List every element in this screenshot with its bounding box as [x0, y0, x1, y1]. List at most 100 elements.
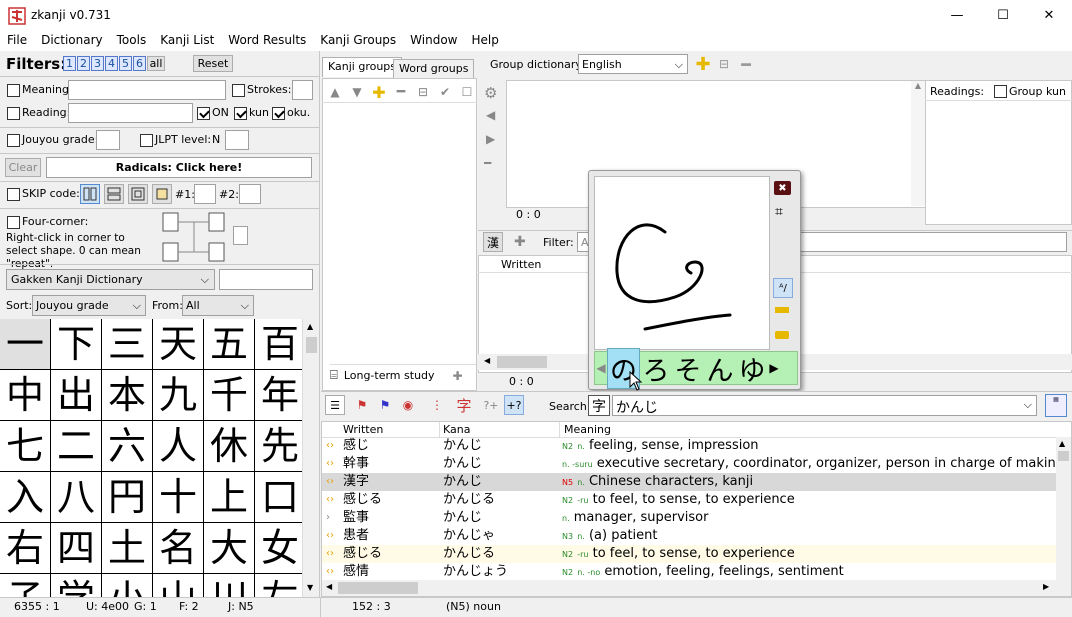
kanji-cell[interactable]: 千 [204, 370, 254, 420]
candidate-char[interactable]: ゆ [736, 349, 768, 388]
four-corner-extra-input[interactable] [233, 226, 248, 245]
kanji-mode-icon[interactable]: 漢 [483, 232, 503, 252]
inflection-icon[interactable]: ?+ [481, 395, 501, 415]
menu-window[interactable]: Window [403, 31, 464, 51]
table-row[interactable]: ‹› 漢字 かんじ N5 n. Chinese characters, kanji [322, 473, 1056, 491]
filter-list-icon[interactable]: ⋮ [427, 395, 447, 415]
close-popup-icon[interactable]: ✖ [774, 181, 791, 195]
jlpt-input[interactable] [225, 130, 249, 150]
check-icon[interactable]: ✔ [435, 82, 455, 102]
skip-type-4-icon[interactable] [152, 184, 172, 204]
kanji-cell[interactable]: 本 [102, 370, 152, 420]
menu-file[interactable]: File [0, 31, 34, 51]
search-mode-icon[interactable]: 字 [588, 395, 610, 416]
kun-checkbox[interactable] [234, 107, 247, 120]
kanji-cell[interactable]: 十 [153, 472, 203, 522]
candidate-char[interactable]: ん [704, 349, 736, 388]
kanji-char-icon[interactable]: 字 [454, 395, 474, 415]
kanji-cell[interactable]: 右 [0, 523, 50, 573]
kanji-cell[interactable]: 大 [204, 523, 254, 573]
kanji-cell[interactable]: 休 [204, 421, 254, 471]
results-hscrollbar[interactable]: ◀ ▶ [322, 580, 1071, 596]
kanji-cell[interactable]: 人 [153, 421, 203, 471]
radicals-button[interactable]: Radicals: Click here! [46, 157, 312, 178]
sort-select[interactable]: Jouyou grade ⌵ [32, 295, 146, 316]
kanji-cell[interactable]: 年 [255, 370, 302, 420]
clear-stroke-icon[interactable] [775, 307, 789, 313]
written-column-header[interactable]: Written [501, 258, 541, 271]
on-checkbox[interactable] [197, 107, 210, 120]
candidate-char[interactable]: そ [672, 349, 704, 388]
four-corner-picker[interactable] [162, 212, 226, 262]
meaning-checkbox[interactable] [7, 84, 20, 97]
kana-mode-icon[interactable]: ᴬ/ [773, 278, 793, 298]
reading-checkbox[interactable] [7, 107, 20, 120]
menu-word-results[interactable]: Word Results [221, 31, 313, 51]
scroll-thumb[interactable] [338, 582, 418, 594]
kana-column-header[interactable]: Kana [443, 423, 470, 436]
kanji-cell[interactable]: 左 [255, 574, 302, 597]
kanji-dictionary-select[interactable]: Gakken Kanji Dictionary ⌵ [6, 269, 215, 290]
skip-type-2-icon[interactable] [104, 184, 124, 204]
minus-icon[interactable]: ━ [736, 54, 756, 74]
table-row[interactable]: ‹› 感情 かんじょう N2 n. -no emotion, feeling, fee… [322, 563, 1056, 580]
kanji-cell[interactable]: 七 [0, 421, 50, 471]
list-view-icon[interactable]: ☰ [325, 395, 345, 415]
kanji-cell[interactable]: 山 [153, 574, 203, 597]
kanji-cell[interactable]: 子 [0, 574, 50, 597]
kanji-cell[interactable]: 名 [153, 523, 203, 573]
flag-jp-en-icon[interactable]: ⚑ [352, 395, 372, 415]
move-down-icon[interactable]: ▼ [347, 82, 367, 102]
kanji-cell[interactable]: 下 [51, 319, 101, 369]
group-kun-checkbox[interactable] [994, 85, 1007, 98]
add-word-icon[interactable]: ✚ [514, 234, 526, 250]
search-options-icon[interactable]: ▦ [1045, 394, 1067, 417]
kanji-cell[interactable]: 口 [255, 472, 302, 522]
oku-checkbox[interactable] [272, 107, 285, 120]
dictionary-index-input[interactable] [219, 269, 313, 290]
close-button[interactable]: ✕ [1026, 0, 1072, 31]
kanji-cell[interactable]: 百 [255, 319, 302, 369]
kanji-cell[interactable]: 九 [153, 370, 203, 420]
delete-icon[interactable]: ⊟ [413, 82, 433, 102]
preset-5-button[interactable]: 5 [119, 56, 132, 71]
candidate-next-icon[interactable]: ▶ [768, 361, 780, 375]
remove-group-icon[interactable]: ⊟ [714, 54, 734, 74]
deinflect-icon[interactable]: +? [504, 395, 524, 415]
kanji-cell[interactable]: 上 [204, 472, 254, 522]
minus-icon[interactable]: ━ [484, 156, 491, 170]
clear-button[interactable]: Clear [5, 158, 41, 177]
gear-icon[interactable]: ⚙ [484, 84, 497, 102]
maximize-button[interactable]: ☐ [980, 0, 1026, 31]
skip-2-input[interactable] [239, 184, 261, 204]
kanji-cell[interactable]: 中 [0, 370, 50, 420]
menu-tools[interactable]: Tools [110, 31, 154, 51]
kanji-cell[interactable]: 三 [102, 319, 152, 369]
move-up-icon[interactable]: ▲ [325, 82, 345, 102]
table-row[interactable]: ‹› 幹事 かんじ n. -suru executive secretary, co… [322, 455, 1056, 473]
kanji-cell[interactable]: 一 [0, 319, 50, 369]
preset-1-button[interactable]: 1 [63, 56, 76, 71]
kanji-cell[interactable]: 小 [102, 574, 152, 597]
meaning-input[interactable] [68, 80, 226, 100]
arrow-right-icon[interactable]: ▶ [486, 132, 495, 146]
menu-kanji-groups[interactable]: Kanji Groups [313, 31, 403, 51]
menu-dictionary[interactable]: Dictionary [34, 31, 110, 51]
search-input[interactable]: かんじ ⌵ [612, 395, 1037, 416]
minimize-button[interactable]: — [934, 0, 980, 31]
kanji-cell[interactable]: 女 [255, 523, 302, 573]
results-vscrollbar[interactable]: ▲ [1056, 437, 1071, 580]
kanji-cell[interactable]: 八 [51, 472, 101, 522]
strokes-input[interactable] [292, 80, 313, 100]
from-select[interactable]: All ⌵ [182, 295, 254, 316]
kanji-cell[interactable]: 二 [51, 421, 101, 471]
blank-icon[interactable]: ☐ [457, 82, 477, 102]
kanji-grid-scrollbar[interactable]: ▲ ▼ [302, 319, 319, 597]
handwriting-canvas[interactable] [594, 176, 770, 350]
kanji-cell[interactable]: 土 [102, 523, 152, 573]
reset-button[interactable]: Reset [193, 55, 233, 72]
written-column-header[interactable]: Written [343, 423, 383, 436]
group-dictionary-select[interactable]: English ⌵ [578, 54, 688, 74]
kanji-cell[interactable]: 川 [204, 574, 254, 597]
candidate-prev-icon[interactable]: ◀ [595, 361, 607, 375]
